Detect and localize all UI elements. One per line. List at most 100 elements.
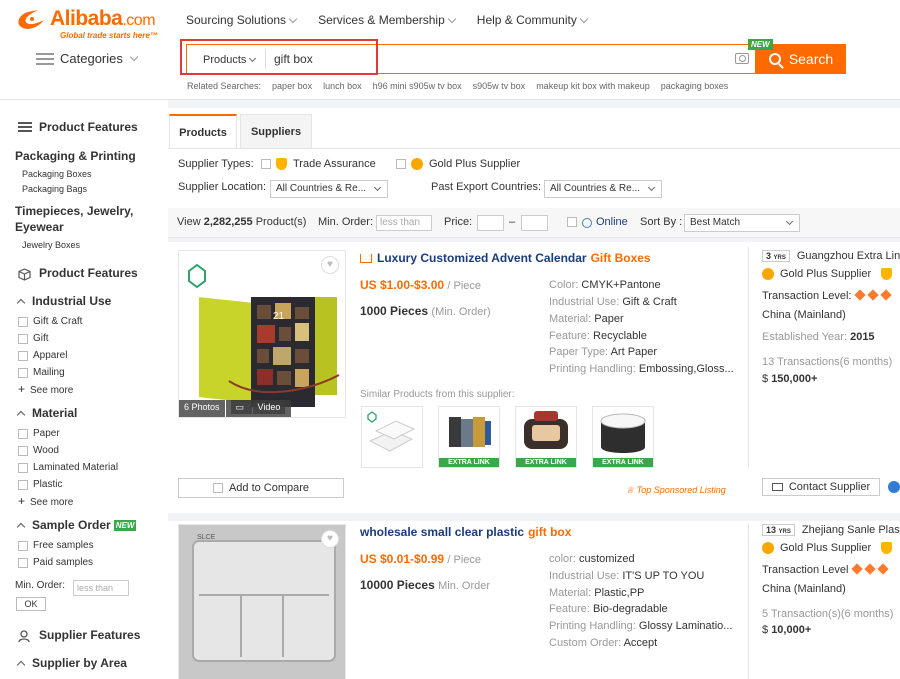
video-link[interactable]: ▭ Video bbox=[225, 400, 292, 417]
supplier-header[interactable]: 13 YRS Zhejiang Sanle Plas bbox=[762, 524, 900, 536]
similar-product-thumb[interactable]: EXTRA LINK bbox=[515, 406, 577, 468]
dollar-icon: $ bbox=[762, 373, 772, 385]
chat-icon[interactable] bbox=[888, 481, 900, 493]
ok-button[interactable]: OK bbox=[16, 597, 46, 611]
industrial-use-header[interactable]: Industrial Use bbox=[16, 294, 111, 308]
category-timepieces[interactable]: Timepieces, Jewelry, bbox=[15, 204, 133, 218]
nav-help-community[interactable]: Help & Community bbox=[477, 13, 589, 27]
filter-gift-craft[interactable]: Gift & Craft bbox=[18, 316, 82, 327]
export-countries-select[interactable]: All Countries & Re... bbox=[544, 180, 662, 198]
product-title[interactable]: Luxury Customized Advent Calendar Gift Bo… bbox=[360, 251, 651, 265]
filter-paper[interactable]: Paper bbox=[18, 428, 60, 439]
see-more-material[interactable]: + See more bbox=[18, 494, 73, 508]
sample-order-header[interactable]: Sample Order NEW bbox=[16, 518, 137, 532]
main-content: Products Suppliers Supplier Types: Trade… bbox=[168, 100, 900, 679]
related-item[interactable]: paper box bbox=[272, 81, 312, 91]
tab-suppliers[interactable]: Suppliers bbox=[240, 114, 312, 149]
filter-gift[interactable]: Gift bbox=[18, 333, 49, 344]
related-item[interactable]: h96 mini s905w tv box bbox=[373, 81, 462, 91]
filter-online[interactable]: Online bbox=[567, 216, 628, 228]
filters-panel: Products Suppliers Supplier Types: Trade… bbox=[168, 108, 900, 208]
checkbox[interactable] bbox=[18, 367, 28, 378]
product-attr: Feature: Bio-degradable bbox=[549, 603, 668, 615]
sort-select[interactable]: Best Match bbox=[684, 214, 800, 232]
search-type-dropdown[interactable]: Products bbox=[203, 54, 257, 66]
checkbox[interactable] bbox=[396, 159, 406, 169]
category-packaging-printing[interactable]: Packaging & Printing bbox=[15, 149, 136, 163]
checkbox[interactable] bbox=[18, 445, 28, 456]
supplier-features-header[interactable]: Supplier Features bbox=[18, 628, 140, 643]
related-item[interactable]: s905w tv box bbox=[473, 81, 526, 91]
supplier-header[interactable]: 3 YRS Guangzhou Extra Lin bbox=[762, 250, 900, 262]
supplier-by-area-header[interactable]: Supplier by Area bbox=[16, 656, 127, 670]
nav-sourcing-solutions[interactable]: Sourcing Solutions bbox=[186, 13, 298, 27]
camera-icon[interactable] bbox=[735, 53, 749, 64]
checkbox[interactable] bbox=[18, 479, 28, 490]
similar-product-thumb[interactable] bbox=[361, 406, 423, 468]
subcategory-packaging-bags[interactable]: Packaging Bags bbox=[22, 184, 87, 194]
nav-services-membership[interactable]: Services & Membership bbox=[318, 13, 457, 27]
related-item[interactable]: packaging boxes bbox=[661, 81, 729, 91]
chevron-up-icon bbox=[16, 660, 26, 670]
similar-product-thumb[interactable]: EXTRA LINK bbox=[592, 406, 654, 468]
related-item[interactable]: makeup kit box with makeup bbox=[536, 81, 650, 91]
filter-gold-plus[interactable]: Gold Plus Supplier bbox=[396, 158, 520, 170]
filter-wood[interactable]: Wood bbox=[18, 445, 59, 456]
related-item[interactable]: lunch box bbox=[323, 81, 362, 91]
search-input[interactable] bbox=[274, 49, 724, 69]
chevron-down-icon bbox=[447, 14, 457, 24]
subcategory-jewelry-boxes[interactable]: Jewelry Boxes bbox=[22, 240, 80, 250]
add-to-compare-button[interactable]: Add to Compare bbox=[178, 478, 344, 498]
checkbox[interactable] bbox=[18, 557, 28, 568]
checkbox[interactable] bbox=[18, 333, 28, 344]
supplier-name[interactable]: Guangzhou Extra Lin bbox=[797, 250, 900, 262]
checkbox[interactable] bbox=[18, 540, 28, 551]
favorite-icon[interactable]: ♥ bbox=[321, 256, 339, 274]
checkbox[interactable] bbox=[567, 217, 577, 227]
filter-plastic[interactable]: Plastic bbox=[18, 479, 62, 490]
diamond-icon bbox=[867, 289, 880, 301]
svg-text:SLCE: SLCE bbox=[197, 534, 216, 541]
contact-supplier-button[interactable]: Contact Supplier bbox=[762, 478, 880, 496]
checkbox[interactable] bbox=[18, 428, 28, 439]
filter-laminated[interactable]: Laminated Material bbox=[18, 462, 118, 473]
filter-apparel[interactable]: Apparel bbox=[18, 350, 67, 361]
filter-free-samples[interactable]: Free samples bbox=[18, 540, 94, 551]
checkbox[interactable] bbox=[18, 350, 28, 361]
product-image[interactable]: 21 ♥ 6 Photos ▭ Video bbox=[178, 250, 346, 418]
filter-trade-assurance[interactable]: Trade Assurance bbox=[261, 158, 376, 170]
product-title[interactable]: wholesale small clear plastic gift box bbox=[360, 525, 571, 539]
chevron-up-icon bbox=[16, 522, 26, 532]
supplier-location-select[interactable]: All Countries & Re... bbox=[270, 180, 388, 198]
checkbox[interactable] bbox=[18, 462, 28, 473]
sidebar-min-order-input[interactable]: less than bbox=[73, 580, 129, 596]
similar-product-thumb[interactable]: EXTRA LINK bbox=[438, 406, 500, 468]
tab-products[interactable]: Products bbox=[169, 114, 237, 149]
material-header[interactable]: Material bbox=[16, 406, 77, 420]
checkbox[interactable] bbox=[18, 316, 28, 327]
categories-menu[interactable]: Categories bbox=[36, 51, 139, 66]
checkbox[interactable] bbox=[212, 483, 223, 493]
see-more-industrial[interactable]: + See more bbox=[18, 382, 73, 396]
favorite-icon[interactable]: ♥ bbox=[321, 530, 339, 548]
trade-assurance-icon bbox=[276, 158, 287, 170]
checkbox[interactable] bbox=[261, 159, 271, 169]
filter-mailing[interactable]: Mailing bbox=[18, 367, 65, 378]
subcategory-packaging-boxes[interactable]: Packaging Boxes bbox=[22, 169, 92, 179]
supplier-name[interactable]: Zhejiang Sanle Plas bbox=[802, 524, 900, 536]
price-min-input[interactable] bbox=[477, 215, 504, 231]
min-order-input[interactable]: less than bbox=[376, 215, 432, 231]
gold-plus-badge: Gold Plus Supplier bbox=[762, 268, 898, 280]
alibaba-logo[interactable]: Alibaba.com Global trade starts here™ bbox=[14, 8, 158, 40]
price-max-input[interactable] bbox=[521, 215, 548, 231]
product-attr: Industrial Use: IT'S UP TO YOU bbox=[549, 570, 705, 582]
product-image[interactable]: SLCE ♥ bbox=[178, 524, 346, 679]
filter-paid-samples[interactable]: Paid samples bbox=[18, 557, 93, 568]
photos-count[interactable]: 6 Photos bbox=[179, 400, 225, 417]
product-attr: Feature: Recyclable bbox=[549, 330, 647, 342]
trade-assurance-icon bbox=[881, 542, 893, 554]
transactions-count: 5 Transaction(s)(6 months) bbox=[762, 608, 894, 620]
sort-bar: View 2,282,255 Product(s) Min. Order: le… bbox=[168, 208, 900, 238]
list-icon bbox=[18, 122, 32, 132]
category-eyewear[interactable]: Eyewear bbox=[15, 220, 64, 234]
